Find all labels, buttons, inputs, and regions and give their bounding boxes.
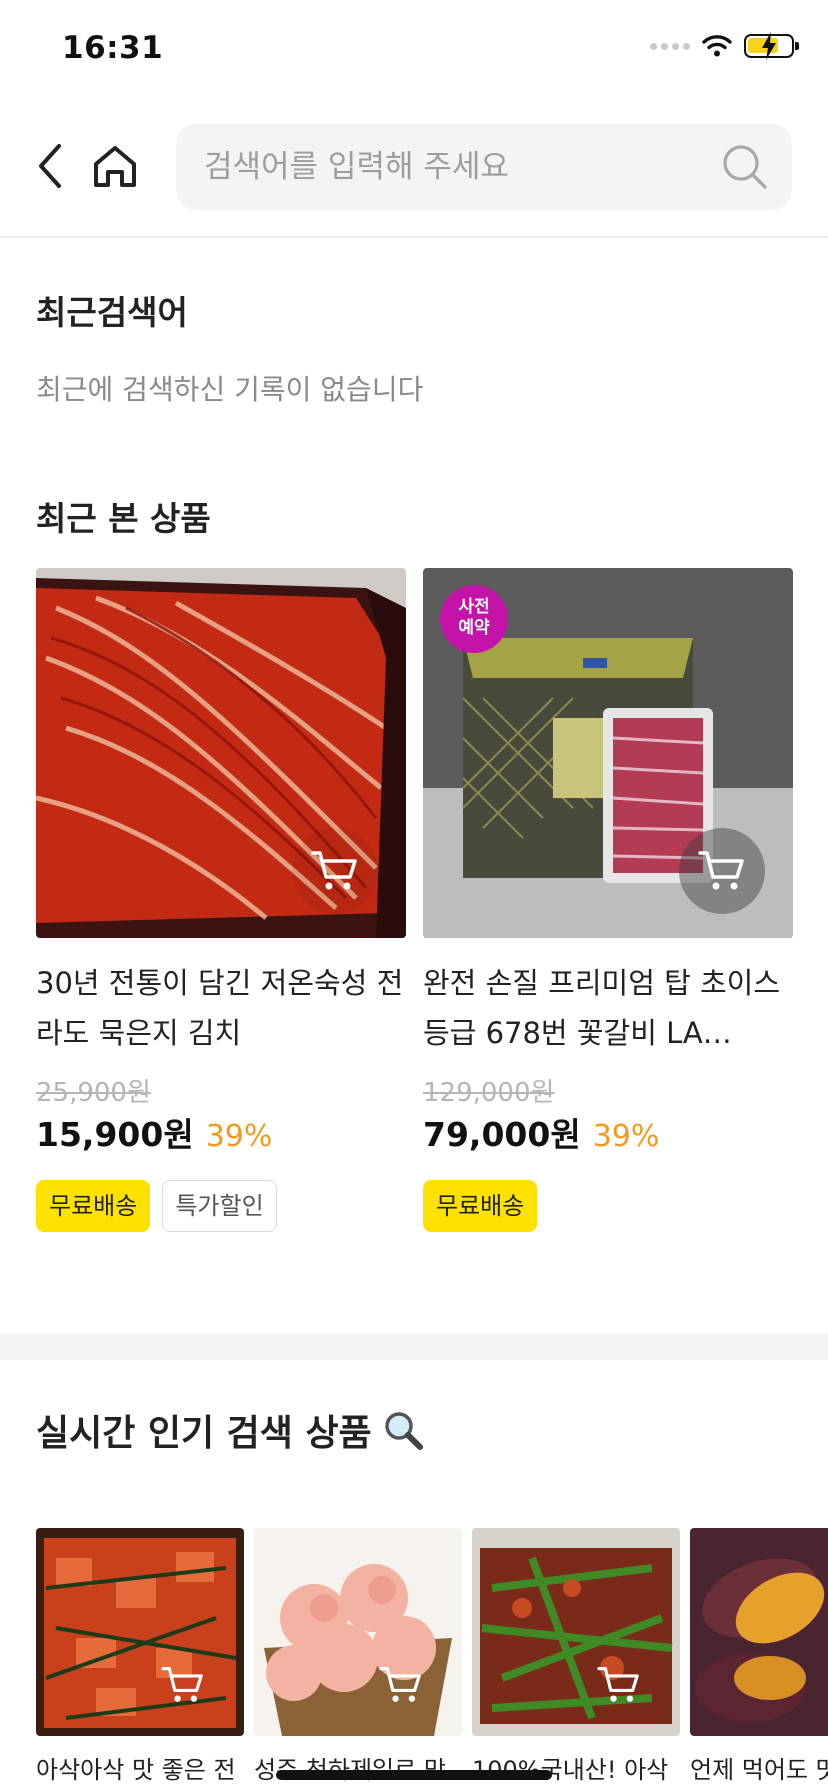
popular-product-card[interactable]: 아삭아삭 맛 좋은 전 (36, 1528, 244, 1785)
cart-icon (161, 1667, 203, 1702)
price-row: 15,900원 39% (36, 1108, 406, 1154)
status-bar: 16:31 (0, 0, 828, 100)
product-tags: 무료배송 특가할인 (36, 1180, 406, 1232)
popular-product-card[interactable]: 언제 먹어도 맛 (690, 1528, 828, 1785)
popular-product-name[interactable]: 언제 먹어도 맛 (690, 1750, 828, 1785)
product-image-kimchi[interactable] (36, 568, 406, 938)
add-to-cart-button[interactable] (370, 1654, 432, 1716)
original-price: 25,900원 (36, 1078, 151, 1108)
popular-product-card[interactable]: 100%국내산! 아삭 (472, 1528, 680, 1785)
popular-product-image[interactable] (472, 1528, 680, 1736)
popular-product-list[interactable]: 아삭아삭 맛 좋은 전 성주 천하제일로 맛 (36, 1528, 828, 1792)
home-button[interactable] (88, 138, 142, 194)
free-shipping-tag: 무료배송 (36, 1180, 151, 1232)
cart-icon (379, 1667, 421, 1702)
product-card[interactable]: 사전 예약 완전 손질 프리미엄 탑 초이스 등급 678번 꽃갈비 LA… 12… (423, 568, 793, 1232)
preorder-badge: 사전 예약 (440, 585, 508, 653)
search-header (0, 120, 828, 238)
discount-rate: 39% (592, 1119, 660, 1154)
sale-price: 79,000원 (423, 1115, 581, 1154)
discount-rate: 39% (205, 1119, 273, 1154)
special-discount-tag: 특가할인 (162, 1180, 277, 1232)
price-row: 79,000원 39% (423, 1108, 793, 1154)
add-to-cart-button[interactable] (679, 828, 765, 914)
free-shipping-tag: 무료배송 (423, 1180, 538, 1232)
sale-price: 15,900원 (36, 1115, 194, 1154)
search-button[interactable] (720, 142, 770, 192)
status-icons (650, 32, 799, 60)
recently-viewed-title: 최근 본 상품 (36, 499, 211, 538)
cart-icon (698, 851, 744, 890)
recent-search-title: 최근검색어 (36, 293, 188, 332)
cellular-signal-icon (650, 42, 690, 50)
sweet-potato-image (690, 1528, 828, 1736)
section-divider (0, 1334, 828, 1360)
recent-search-empty-message: 최근에 검색하신 기록이 없습니다 (36, 373, 424, 406)
popular-product-image[interactable] (36, 1528, 244, 1736)
status-time: 16:31 (62, 30, 164, 66)
back-arrow-icon (39, 144, 61, 188)
search-input[interactable] (204, 124, 684, 210)
magnifier-icon (384, 1412, 423, 1450)
search-icon (723, 145, 767, 189)
battery-icon (744, 32, 799, 60)
popular-product-card[interactable]: 성주 천하제일로 맛 (254, 1528, 462, 1785)
popular-product-image[interactable] (254, 1528, 462, 1736)
add-to-cart-button[interactable] (292, 828, 378, 914)
product-name[interactable]: 완전 손질 프리미엄 탑 초이스 등급 678번 꽃갈비 LA… (423, 958, 793, 1058)
home-icon (94, 146, 136, 187)
product-tags: 무료배송 (423, 1180, 793, 1232)
original-price: 129,000원 (423, 1078, 555, 1108)
cart-icon (597, 1667, 639, 1702)
product-image-galbi[interactable]: 사전 예약 (423, 568, 793, 938)
popular-product-name[interactable]: 아삭아삭 맛 좋은 전 (36, 1750, 244, 1785)
back-button[interactable] (28, 138, 72, 194)
wifi-icon (702, 35, 732, 57)
product-name[interactable]: 30년 전통이 담긴 저온숙성 전라도 묵은지 김치 (36, 958, 406, 1058)
add-to-cart-button[interactable] (588, 1654, 650, 1716)
search-bar (176, 124, 792, 210)
home-indicator (276, 1770, 552, 1780)
popular-search-title: 실시간 인기 검색 상품 (36, 1404, 424, 1456)
cart-icon (311, 851, 357, 890)
popular-product-image[interactable] (690, 1528, 828, 1736)
add-to-cart-button[interactable] (152, 1654, 214, 1716)
product-card[interactable]: 30년 전통이 담긴 저온숙성 전라도 묵은지 김치 25,900원 15,90… (36, 568, 406, 1232)
